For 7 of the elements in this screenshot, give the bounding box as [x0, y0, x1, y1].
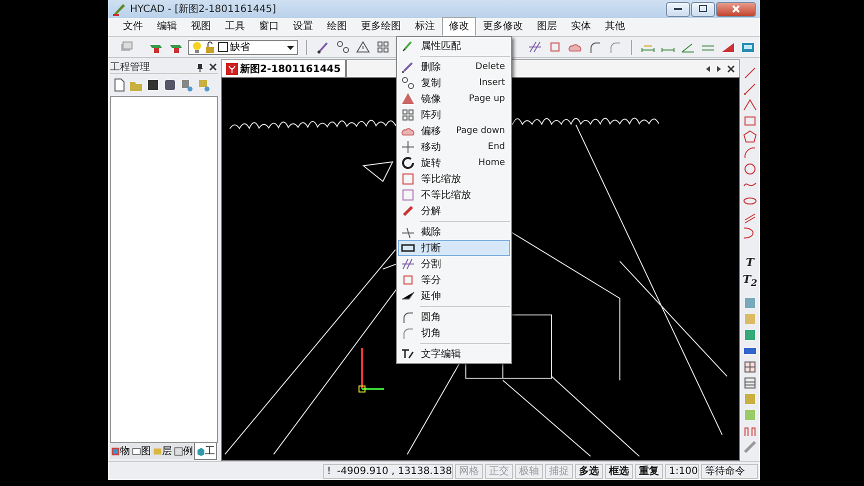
command-prompt: 等待命令 [701, 464, 758, 478]
status-text: ! [327, 466, 332, 476]
window-title: HYCAD - [新图2-1801161445] [130, 2, 277, 16]
scale: 1:100 [665, 464, 699, 478]
coordinates: -4909.910 , 13138.138 [337, 466, 452, 476]
panel-title: 工程管理 [110, 60, 151, 74]
layer-name: 缺省 [230, 40, 251, 54]
